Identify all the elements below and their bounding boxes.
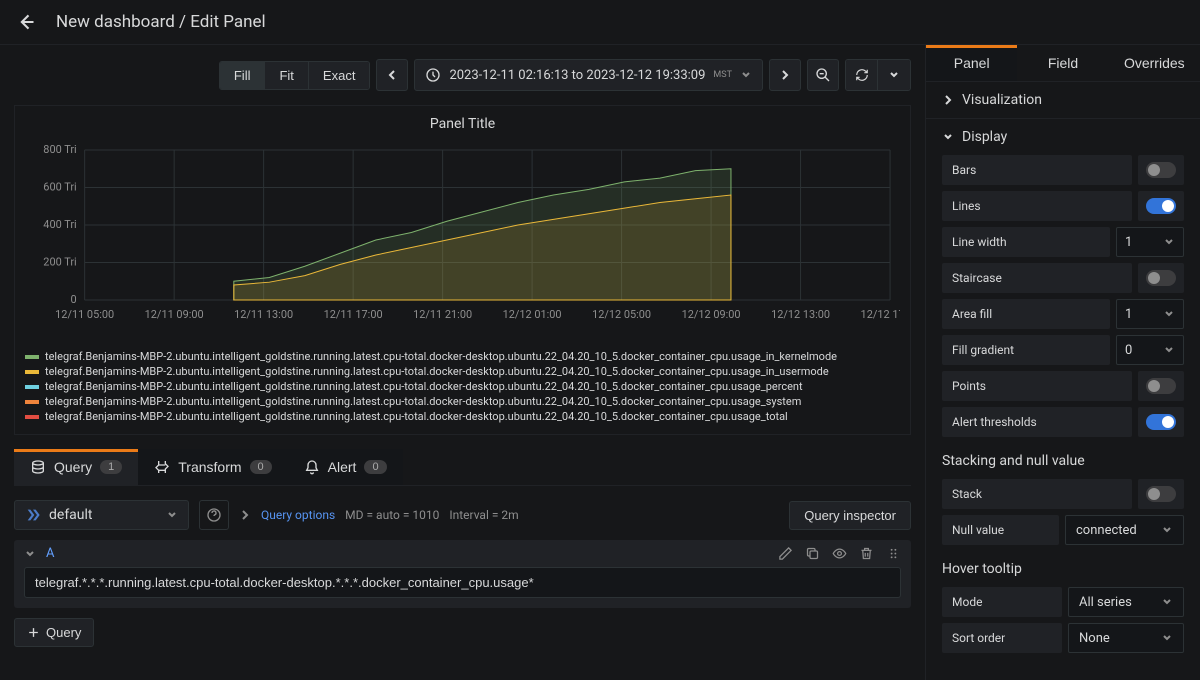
svg-text:12/12 01:00: 12/12 01:00 (503, 308, 562, 321)
select[interactable]: All series (1068, 587, 1184, 617)
tab-field[interactable]: Field (1017, 45, 1108, 81)
add-query-label: Query (46, 625, 81, 640)
exact-button[interactable]: Exact (309, 62, 370, 89)
toggle[interactable] (1138, 155, 1184, 185)
time-range-picker[interactable]: 2023-12-11 02:16:13 to 2023-12-12 19:33:… (414, 59, 763, 91)
query-md-text: MD = auto = 1010 (345, 508, 439, 522)
time-back-button[interactable] (376, 59, 408, 91)
clock-icon (425, 67, 441, 83)
eye-icon[interactable] (832, 546, 847, 561)
tab-alert[interactable]: Alert0 (288, 449, 403, 485)
chevron-right-icon (942, 94, 954, 106)
bottom-tabs: Query1Transform0Alert0 (14, 449, 911, 486)
query-inspector-button[interactable]: Query inspector (789, 501, 911, 530)
tab-panel[interactable]: Panel (926, 45, 1017, 81)
svg-text:0: 0 (71, 293, 77, 306)
chart-legend: telegraf.Benjamins-MBP-2.ubuntu.intellig… (25, 349, 900, 424)
fit-button[interactable]: Fit (265, 62, 308, 89)
select[interactable]: connected (1065, 515, 1184, 545)
header: New dashboard / Edit Panel (0, 0, 1200, 45)
copy-icon[interactable] (805, 546, 820, 561)
chart-svg: 0 200 Tri 400 Tri 600 Tri 800 Tri 12/11 05:0… (25, 140, 900, 330)
time-range-text: 2023-12-11 02:16:13 to 2023-12-12 19:33:… (449, 68, 705, 83)
svg-text:12/12 13:00: 12/12 13:00 (771, 308, 830, 321)
legend-item[interactable]: telegraf.Benjamins-MBP-2.ubuntu.intellig… (25, 364, 900, 379)
time-forward-button[interactable] (769, 59, 801, 91)
select[interactable]: 1 (1116, 227, 1184, 257)
select[interactable]: 0 (1116, 335, 1184, 365)
query-interval-text: Interval = 2m (449, 508, 518, 522)
datasource-help-button[interactable] (199, 500, 229, 530)
edit-icon[interactable] (778, 546, 793, 561)
svg-text:600 Tri: 600 Tri (43, 180, 76, 193)
toggle[interactable] (1138, 371, 1184, 401)
refresh-button[interactable] (846, 60, 878, 90)
tab-transform[interactable]: Transform0 (138, 449, 287, 485)
datasource-name: default (49, 507, 93, 523)
zoom-out-button[interactable] (807, 59, 839, 91)
chevron-right-icon (239, 509, 251, 521)
chevron-down-icon[interactable] (24, 548, 36, 560)
svg-text:200 Tri: 200 Tri (43, 255, 76, 268)
query-options-link[interactable]: Query options (261, 508, 335, 522)
visualization-section-header[interactable]: Visualization (926, 82, 1200, 118)
add-query-button[interactable]: Query (14, 618, 94, 647)
drag-handle-icon[interactable] (886, 546, 901, 561)
hover-title: Hover tooltip (942, 561, 1184, 577)
svg-text:12/12 17:00: 12/12 17:00 (861, 308, 900, 321)
toggle[interactable] (1138, 263, 1184, 293)
chevron-down-icon (166, 509, 178, 521)
tab-query[interactable]: Query1 (14, 449, 138, 485)
select[interactable]: 1 (1116, 299, 1184, 329)
query-text-input[interactable] (24, 567, 901, 598)
svg-text:12/11 21:00: 12/11 21:00 (413, 308, 472, 321)
datasource-icon (25, 507, 41, 523)
svg-text:12/12 09:00: 12/12 09:00 (682, 308, 741, 321)
toggle[interactable] (1138, 407, 1184, 437)
legend-item[interactable]: telegraf.Benjamins-MBP-2.ubuntu.intellig… (25, 409, 900, 424)
legend-item[interactable]: telegraf.Benjamins-MBP-2.ubuntu.intellig… (25, 394, 900, 409)
toggle[interactable] (1138, 191, 1184, 221)
fill-button[interactable]: Fill (220, 62, 266, 89)
svg-text:12/12 05:00: 12/12 05:00 (592, 308, 651, 321)
svg-text:12/11 05:00: 12/11 05:00 (55, 308, 114, 321)
plus-icon (27, 626, 40, 639)
query-row: A (14, 540, 911, 608)
refresh-group (845, 59, 911, 91)
page-title: New dashboard / Edit Panel (56, 12, 266, 32)
chart-title: Panel Title (25, 116, 900, 132)
select[interactable]: None (1068, 623, 1184, 653)
chart-panel: Panel Title 0 200 Tri 400 Tri 600 Tri 800 Tr… (14, 105, 911, 435)
refresh-interval-button[interactable] (878, 60, 910, 90)
legend-item[interactable]: telegraf.Benjamins-MBP-2.ubuntu.intellig… (25, 349, 900, 364)
trash-icon[interactable] (859, 546, 874, 561)
svg-text:12/11 17:00: 12/11 17:00 (324, 308, 383, 321)
chevron-down-icon (942, 131, 954, 143)
back-arrow-icon[interactable] (16, 12, 36, 32)
fit-mode-group: Fill Fit Exact (219, 61, 371, 90)
toggle[interactable] (1138, 479, 1184, 509)
svg-text:400 Tri: 400 Tri (43, 218, 76, 231)
datasource-select[interactable]: default (14, 500, 189, 530)
svg-text:12/11 13:00: 12/11 13:00 (234, 308, 293, 321)
query-options-row: Query options MD = auto = 1010 Interval … (239, 508, 779, 522)
svg-text:12/11 09:00: 12/11 09:00 (145, 308, 204, 321)
chevron-down-icon (740, 69, 752, 81)
stacking-title: Stacking and null value (942, 453, 1184, 469)
tab-overrides[interactable]: Overrides (1109, 45, 1200, 81)
query-letter: A (46, 546, 54, 561)
display-section-header[interactable]: Display (926, 119, 1200, 155)
time-tz: MST (713, 70, 732, 80)
svg-text:800 Tri: 800 Tri (43, 143, 76, 156)
right-tabs: Panel Field Overrides (926, 45, 1200, 82)
toolbar: Fill Fit Exact 2023-12-11 02:16:13 to 20… (0, 45, 925, 105)
legend-item[interactable]: telegraf.Benjamins-MBP-2.ubuntu.intellig… (25, 379, 900, 394)
